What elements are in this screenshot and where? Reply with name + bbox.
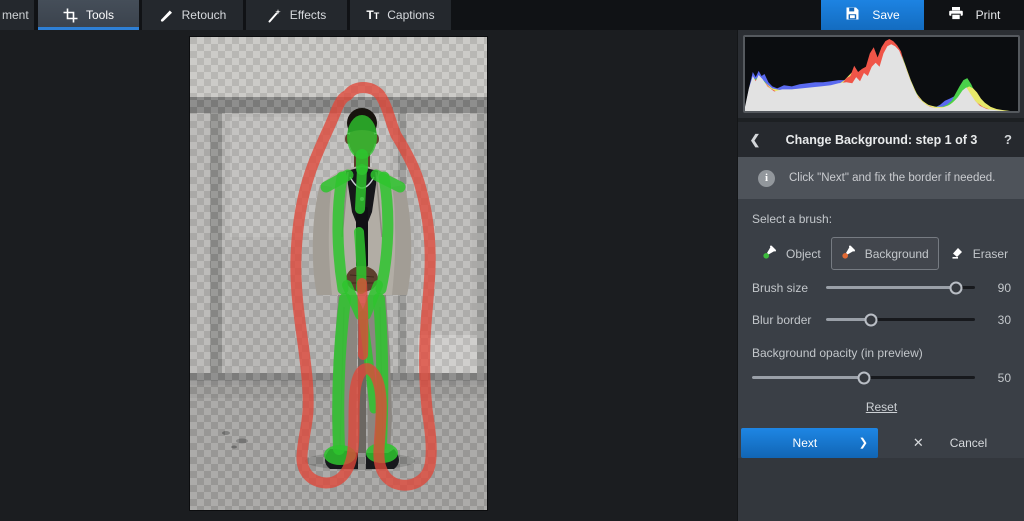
histogram	[743, 35, 1020, 113]
tab-label: ment	[2, 8, 29, 22]
save-label: Save	[872, 8, 899, 22]
background-opacity-handle[interactable]	[857, 371, 870, 384]
back-button[interactable]: ❮	[738, 132, 772, 148]
tab-label: Effects	[290, 8, 326, 22]
toolbar-spacer	[454, 0, 821, 30]
brush-icon	[159, 8, 174, 23]
tab-retouch[interactable]: Retouch	[142, 0, 243, 30]
change-background-preview	[190, 37, 487, 510]
brush-size-slider[interactable]	[826, 286, 975, 289]
canvas-image[interactable]	[190, 37, 487, 510]
printer-icon	[948, 6, 964, 24]
tab-label: Retouch	[182, 8, 227, 22]
panel-footer	[738, 458, 1024, 521]
tab-adjustment-partial[interactable]: ment	[0, 0, 34, 30]
brush-label: Background	[865, 247, 929, 261]
action-buttons: Next ❯ ✕ Cancel	[741, 428, 1022, 458]
brush-options: Object Background	[752, 238, 1011, 270]
photo-editor-window: ment Tools Retouch Effects TT	[0, 0, 1024, 521]
print-button[interactable]: Print	[924, 0, 1024, 30]
background-opacity-row: 50	[752, 364, 1011, 392]
next-label: Next	[751, 436, 859, 450]
slider-fill	[752, 376, 864, 379]
brush-size-value: 90	[987, 281, 1011, 295]
change-background-panel: ❮ Change Background: step 1 of 3 ? i Cli…	[737, 30, 1024, 521]
reset-link[interactable]: Reset	[866, 400, 897, 414]
brush-controls: Select a brush: Object	[738, 199, 1024, 458]
blur-border-value: 30	[987, 313, 1011, 327]
background-brush-icon	[841, 244, 857, 263]
object-brush-icon	[762, 244, 778, 263]
histogram-plot	[745, 37, 1018, 111]
eraser-icon	[949, 244, 965, 263]
blur-border-label: Blur border	[752, 313, 818, 327]
brush-label: Object	[786, 247, 821, 261]
info-text: Click "Next" and fix the border if neede…	[789, 172, 995, 184]
background-opacity-value: 50	[987, 371, 1011, 385]
magic-wand-icon	[267, 8, 282, 23]
slider-fill	[826, 286, 956, 289]
histogram-section	[738, 30, 1024, 118]
brush-size-handle[interactable]	[949, 281, 962, 294]
top-toolbar: ment Tools Retouch Effects TT	[0, 0, 1024, 30]
info-icon: i	[758, 170, 775, 187]
help-button[interactable]: ?	[991, 132, 1024, 147]
tab-effects[interactable]: Effects	[246, 0, 347, 30]
blur-border-row: Blur border 30	[752, 306, 1011, 334]
crop-icon	[63, 8, 78, 23]
tab-label: Tools	[86, 8, 114, 22]
background-opacity-slider[interactable]	[752, 376, 975, 379]
close-icon: ✕	[913, 435, 924, 451]
panel-title: Change Background: step 1 of 3	[772, 133, 991, 147]
brush-label: Eraser	[973, 247, 1008, 261]
reset-row: Reset	[752, 400, 1011, 414]
blur-border-slider[interactable]	[826, 318, 975, 321]
brush-background-button[interactable]: Background	[831, 237, 939, 270]
save-icon	[845, 6, 860, 24]
blur-border-handle[interactable]	[864, 313, 877, 326]
brush-object-button[interactable]: Object	[752, 237, 831, 270]
chevron-right-icon: ❯	[859, 436, 868, 449]
background-opacity-label: Background opacity (in preview)	[752, 346, 1011, 360]
next-button[interactable]: Next ❯	[741, 428, 878, 458]
tab-tools[interactable]: Tools	[38, 0, 139, 30]
tab-label: Captions	[387, 8, 434, 22]
print-label: Print	[976, 8, 1001, 22]
select-brush-label: Select a brush:	[752, 212, 1011, 226]
brush-size-label: Brush size	[752, 281, 818, 295]
cancel-button[interactable]: ✕ Cancel	[878, 435, 1022, 451]
tab-captions[interactable]: TT Captions	[350, 0, 451, 30]
cancel-label: Cancel	[950, 436, 987, 450]
brush-size-row: Brush size 90	[752, 274, 1011, 302]
brush-eraser-button[interactable]: Eraser	[939, 237, 1018, 270]
panel-header: ❮ Change Background: step 1 of 3 ?	[738, 122, 1024, 158]
info-banner: i Click "Next" and fix the border if nee…	[738, 157, 1024, 198]
captions-icon: TT	[366, 8, 379, 22]
save-button[interactable]: Save	[821, 0, 924, 30]
